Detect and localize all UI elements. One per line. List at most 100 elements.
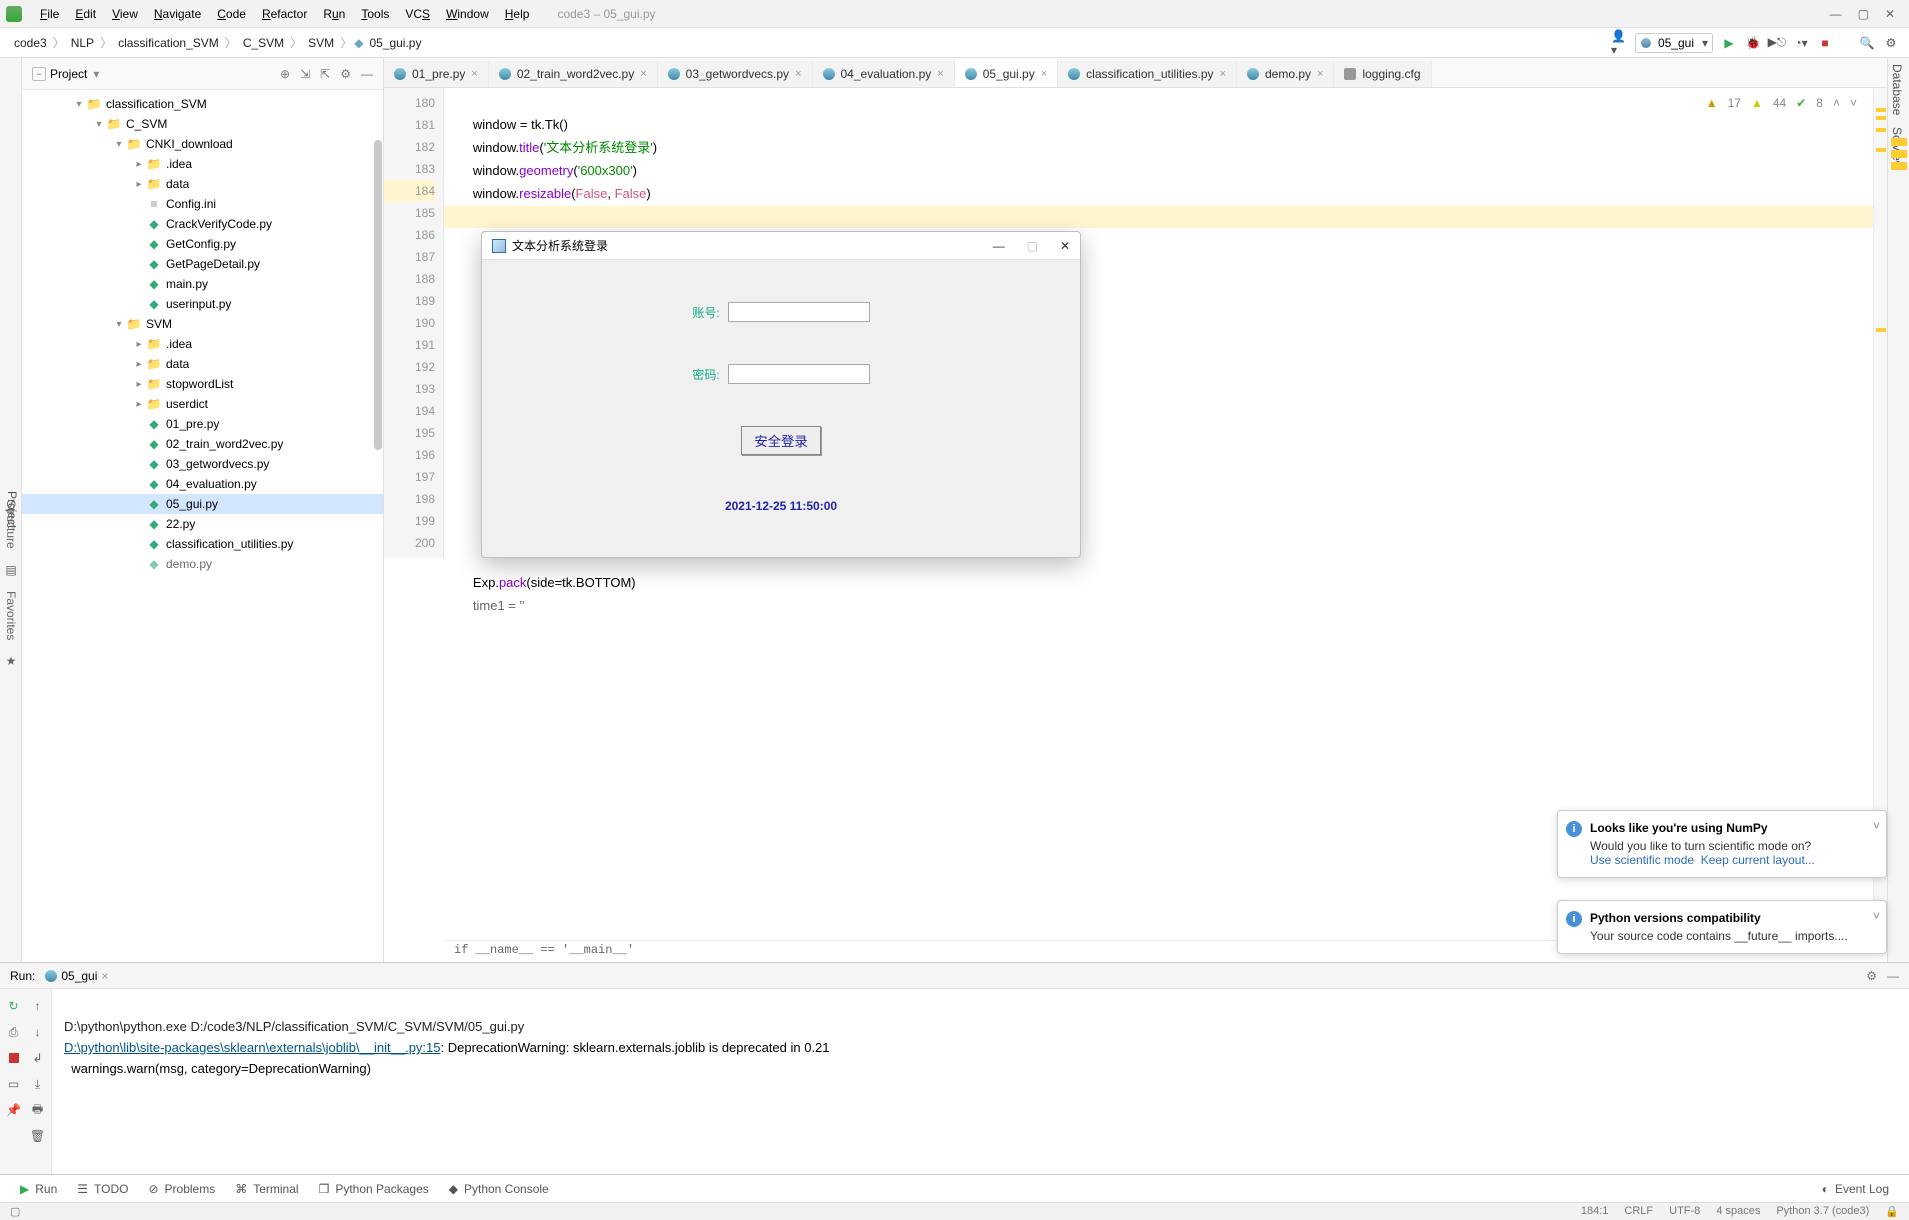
tree-file[interactable]: ◆22.py: [22, 514, 383, 534]
locate-icon[interactable]: ⊕: [280, 67, 290, 81]
status-interpreter[interactable]: Python 3.7 (code3): [1776, 1205, 1869, 1218]
toolwindow-eventlog[interactable]: ◐Event Log: [1812, 1178, 1899, 1200]
search-icon[interactable]: 🔍: [1859, 35, 1875, 51]
status-toggle-icon[interactable]: ▢: [10, 1205, 20, 1218]
project-dropdown-icon[interactable]: ▾: [93, 67, 99, 81]
toolwindow-run[interactable]: ▶Run: [10, 1178, 67, 1200]
softwrap-icon[interactable]: ↲: [27, 1047, 49, 1069]
status-caret-pos[interactable]: 184:1: [1581, 1205, 1609, 1218]
run-config-select[interactable]: 05_gui: [1635, 33, 1713, 53]
toolwindow-terminal[interactable]: ⌘Terminal: [225, 1178, 308, 1200]
notification-link-keep[interactable]: Keep current layout...: [1701, 853, 1815, 867]
tree-folder[interactable]: ▾📁CNKI_download: [22, 134, 383, 154]
debug-icon[interactable]: 🐞: [1745, 35, 1761, 51]
run-hide-icon[interactable]: —: [1887, 969, 1899, 983]
tree-file[interactable]: ◆GetConfig.py: [22, 234, 383, 254]
menu-edit[interactable]: Edit: [67, 3, 104, 25]
tree-file[interactable]: ◆04_evaluation.py: [22, 474, 383, 494]
layout-icon[interactable]: ▭: [3, 1073, 25, 1095]
expand-all-icon[interactable]: ⇲: [300, 67, 310, 81]
structure-icon[interactable]: ▤: [5, 563, 16, 577]
down-icon[interactable]: ↓: [27, 1021, 49, 1043]
tree-file[interactable]: ◆userinput.py: [22, 294, 383, 314]
status-encoding[interactable]: UTF-8: [1669, 1205, 1700, 1218]
tab-02-train[interactable]: 02_train_word2vec.py×: [489, 61, 658, 87]
dialog-close-icon[interactable]: ✕: [1060, 239, 1070, 253]
run-output[interactable]: D:\python\python.exe D:/code3/NLP/classi…: [52, 989, 1909, 1174]
notification-link-scientific[interactable]: Use scientific mode: [1590, 853, 1694, 867]
hide-panel-icon[interactable]: —: [361, 67, 373, 81]
tree-folder[interactable]: ▸📁data: [22, 174, 383, 194]
menu-refactor[interactable]: Refactor: [254, 3, 315, 25]
print-icon[interactable]: 🖶: [27, 1099, 49, 1121]
stop-icon[interactable]: ■: [1817, 35, 1833, 51]
settings-icon[interactable]: ⚙: [1883, 35, 1899, 51]
toolwindow-problems[interactable]: ⊘Problems: [138, 1178, 225, 1200]
project-scrollbar[interactable]: [374, 140, 382, 450]
user-icon[interactable]: 👤▾: [1611, 35, 1627, 51]
run-tab-close-icon[interactable]: ×: [101, 969, 108, 983]
run-icon[interactable]: ▶: [1721, 35, 1737, 51]
scroll-icon[interactable]: ⤓: [27, 1073, 49, 1095]
tree-folder[interactable]: ▸📁userdict: [22, 394, 383, 414]
tree-file[interactable]: ≡Config.ini: [22, 194, 383, 214]
menu-vcs[interactable]: VCS: [397, 3, 438, 25]
tree-file[interactable]: ◆01_pre.py: [22, 414, 383, 434]
run-warning-link[interactable]: D:\python\lib\site-packages\sklearn\exte…: [64, 1040, 441, 1055]
tree-folder[interactable]: ▸📁stopwordList: [22, 374, 383, 394]
password-input[interactable]: [728, 364, 870, 384]
tab-03-getword[interactable]: 03_getwordvecs.py×: [658, 61, 813, 87]
menu-run[interactable]: Run: [315, 3, 353, 25]
tab-demo[interactable]: demo.py×: [1237, 61, 1334, 87]
tree-file[interactable]: ◆03_getwordvecs.py: [22, 454, 383, 474]
tree-file[interactable]: ◆02_train_word2vec.py: [22, 434, 383, 454]
chevron-up-icon[interactable]: ˄: [1833, 96, 1840, 110]
username-input[interactable]: [728, 302, 870, 322]
maximize-icon[interactable]: ▢: [1858, 7, 1869, 21]
trash-icon[interactable]: 🗑: [27, 1125, 49, 1147]
menu-file[interactable]: FFileile: [32, 3, 67, 25]
notification-close-icon[interactable]: ˅: [1873, 909, 1880, 923]
status-lock-icon[interactable]: 🔒: [1885, 1205, 1899, 1218]
project-fold-icon[interactable]: −: [32, 67, 46, 81]
dialog-minimize-icon[interactable]: —: [993, 239, 1005, 253]
up-icon[interactable]: ↑: [27, 995, 49, 1017]
tree-file[interactable]: ◆main.py: [22, 274, 383, 294]
tree-file[interactable]: ◆GetPageDetail.py: [22, 254, 383, 274]
favorites-icon[interactable]: ★: [6, 654, 17, 668]
minimize-icon[interactable]: —: [1830, 7, 1842, 21]
crumb-1[interactable]: NLP: [67, 36, 98, 50]
crumb-3[interactable]: C_SVM: [239, 36, 288, 50]
tree-folder[interactable]: ▸📁.idea: [22, 334, 383, 354]
menu-code[interactable]: Code: [209, 3, 254, 25]
close-icon[interactable]: ✕: [1885, 7, 1895, 21]
coverage-icon[interactable]: ▶⎋: [1769, 35, 1785, 51]
run-pin-icon[interactable]: ⎙: [3, 1021, 25, 1043]
tab-04-eval[interactable]: 04_evaluation.py×: [813, 61, 955, 87]
tab-05-gui[interactable]: 05_gui.py×: [955, 59, 1058, 87]
tree-file[interactable]: ◆CrackVerifyCode.py: [22, 214, 383, 234]
profile-icon[interactable]: ◔▾: [1793, 35, 1809, 51]
toolwindow-pypackages[interactable]: ❒Python Packages: [309, 1178, 439, 1200]
rail-structure-label[interactable]: Structure: [4, 500, 18, 549]
collapse-all-icon[interactable]: ⇱: [320, 67, 330, 81]
tab-close-icon[interactable]: ×: [471, 68, 477, 80]
tab-01-pre[interactable]: 01_pre.py×: [384, 61, 489, 87]
crumb-0[interactable]: code3: [10, 36, 51, 50]
menu-window[interactable]: Window: [438, 3, 497, 25]
menu-help[interactable]: Help: [497, 3, 538, 25]
inspection-summary[interactable]: ▲17 ▲44 ✔8 ˄ ˅: [1706, 96, 1857, 110]
crumb-4[interactable]: SVM: [304, 36, 338, 50]
project-settings-icon[interactable]: ⚙: [340, 67, 351, 81]
crumb-5[interactable]: 05_gui.py: [365, 36, 425, 50]
notification-close-icon[interactable]: ˅: [1873, 819, 1880, 833]
login-button[interactable]: 安全登录: [741, 426, 820, 455]
rerun-icon[interactable]: ↻: [3, 995, 25, 1017]
tree-folder[interactable]: ▸📁data: [22, 354, 383, 374]
tab-logging[interactable]: logging.cfg: [1334, 61, 1431, 87]
tree-folder[interactable]: ▸📁.idea: [22, 154, 383, 174]
menu-tools[interactable]: Tools: [353, 3, 397, 25]
menu-navigate[interactable]: Navigate: [146, 3, 209, 25]
project-tree[interactable]: ▾📁classification_SVM ▾📁C_SVM ▾📁CNKI_down…: [22, 90, 383, 962]
dialog-maximize-icon[interactable]: ▢: [1027, 239, 1038, 253]
